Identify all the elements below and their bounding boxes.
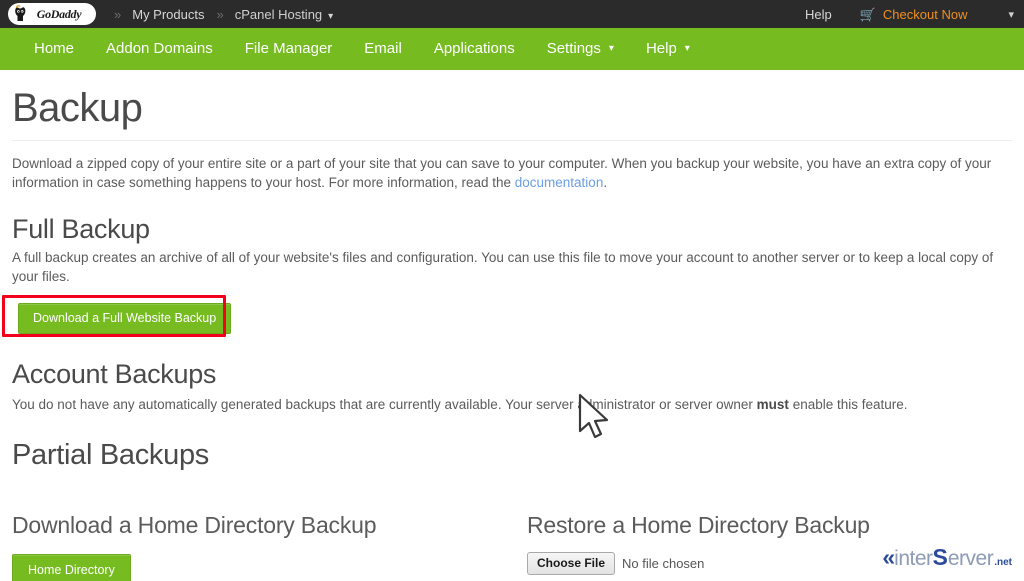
main-content: Backup Download a zipped copy of your en… [0, 70, 1024, 581]
nav-item-settings-label: Settings [547, 28, 601, 70]
breadcrumb-item-cpanel-hosting[interactable]: cPanel Hosting ▾ [235, 7, 333, 22]
top-header-bar: GoDaddy » My Products » cPanel Hosting▾ … [0, 0, 1024, 28]
nav-item-applications[interactable]: Applications [418, 28, 531, 70]
watermark-inter-text: inter [894, 547, 932, 571]
title-divider [12, 140, 1012, 141]
account-backups-description-bold: must [757, 397, 789, 412]
interserver-watermark: «interServer.net [882, 544, 1012, 571]
full-backup-action-row: Download a Full Website Backup [12, 299, 1012, 339]
checkout-now-label: Checkout Now [883, 7, 968, 22]
watermark-net-text: .net [994, 557, 1012, 568]
account-backups-description: You do not have any automatically genera… [12, 396, 1012, 415]
cart-icon: 🛒 [860, 8, 876, 21]
file-chosen-status: No file chosen [622, 556, 704, 571]
home-directory-download-button[interactable]: Home Directory [12, 554, 131, 581]
chevron-down-icon: ▾ [328, 11, 333, 22]
breadcrumb-item-my-products[interactable]: My Products [132, 7, 204, 22]
breadcrumb-item-cpanel-hosting-label: cPanel Hosting [235, 7, 322, 22]
page-title: Backup [12, 86, 1012, 130]
nav-item-help-label: Help [646, 28, 677, 70]
download-full-website-backup-button[interactable]: Download a Full Website Backup [18, 303, 231, 334]
chevron-down-icon: ▾ [1008, 8, 1014, 21]
download-home-directory-column: Download a Home Directory Backup Home Di… [12, 512, 527, 581]
nav-item-applications-label: Applications [434, 28, 515, 70]
documentation-link[interactable]: documentation [515, 175, 604, 190]
breadcrumb-separator: » [114, 7, 120, 22]
page-intro-part1: Download a zipped copy of your entire si… [12, 156, 991, 190]
file-upload-row: Choose File No file chosen [527, 552, 870, 576]
page-intro-text: Download a zipped copy of your entire si… [12, 155, 1012, 192]
nav-item-addon-domains-label: Addon Domains [106, 28, 213, 70]
nav-item-addon-domains[interactable]: Addon Domains [90, 28, 229, 70]
restore-home-directory-column: Restore a Home Directory Backup Choose F… [527, 512, 870, 581]
top-help-link[interactable]: Help [805, 7, 832, 22]
account-backups-description-part2: enable this feature. [789, 397, 908, 412]
account-backups-heading: Account Backups [12, 359, 1012, 390]
nav-item-email[interactable]: Email [348, 28, 418, 70]
nav-item-home-label: Home [34, 28, 74, 70]
chevron-down-icon: ▾ [609, 28, 614, 70]
page-intro-part2: . [603, 175, 607, 190]
nav-item-help[interactable]: Help ▾ [630, 28, 706, 70]
full-backup-description: A full backup creates an archive of all … [12, 249, 1012, 286]
godaddy-mascot-icon [14, 5, 27, 22]
main-navigation-bar: Home Addon Domains File Manager Email Ap… [0, 28, 1024, 70]
watermark-c-glyph: « [882, 544, 890, 571]
breadcrumb-separator: » [216, 7, 222, 22]
godaddy-logo[interactable]: GoDaddy [8, 3, 96, 25]
checkout-now-link[interactable]: 🛒 Checkout Now [860, 7, 968, 22]
restore-home-directory-heading: Restore a Home Directory Backup [527, 512, 870, 540]
top-header-right-group: Help 🛒 Checkout Now ▾ [805, 7, 1014, 22]
nav-item-file-manager[interactable]: File Manager [229, 28, 349, 70]
partial-backups-heading: Partial Backups [12, 439, 1012, 472]
chevron-down-icon: ▾ [685, 28, 690, 70]
nav-item-file-manager-label: File Manager [245, 28, 333, 70]
choose-file-button[interactable]: Choose File [527, 552, 615, 576]
godaddy-logo-text: GoDaddy [23, 7, 82, 22]
full-backup-heading: Full Backup [12, 214, 1012, 245]
user-account-menu[interactable]: ▾ [1001, 8, 1014, 21]
account-backups-description-part1: You do not have any automatically genera… [12, 397, 757, 412]
partial-backups-columns: Download a Home Directory Backup Home Di… [12, 512, 1012, 581]
watermark-erver-text: erver [948, 547, 993, 571]
nav-item-home[interactable]: Home [18, 28, 90, 70]
download-home-directory-heading: Download a Home Directory Backup [12, 512, 527, 540]
nav-item-email-label: Email [364, 28, 402, 70]
nav-item-settings[interactable]: Settings ▾ [531, 28, 630, 70]
watermark-s-glyph: S [933, 544, 948, 571]
